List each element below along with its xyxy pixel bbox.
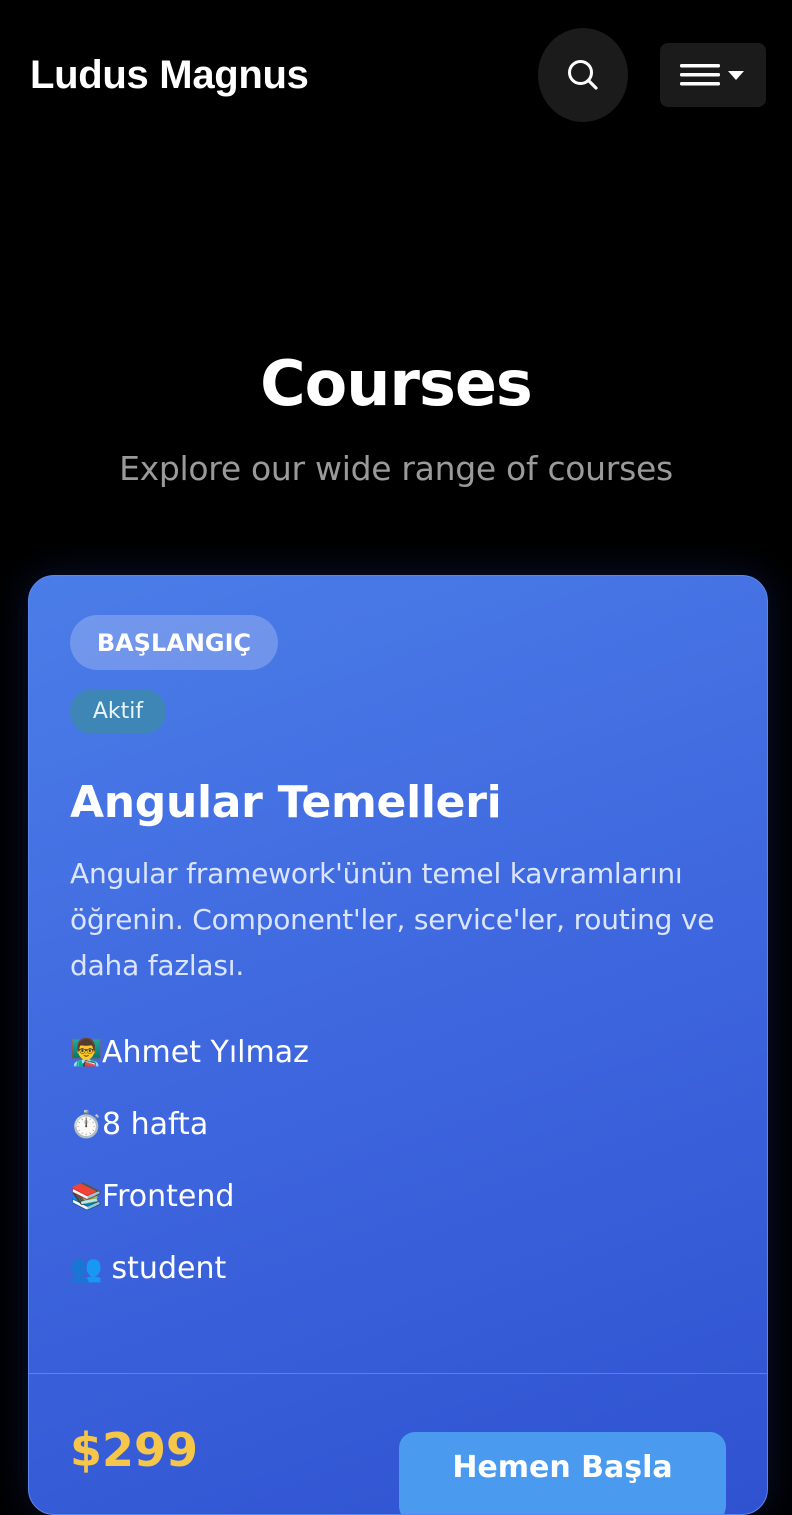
menu-toggle-button[interactable] [660, 43, 766, 107]
hamburger-menu-icon [680, 64, 744, 86]
duration-value: 8 hafta [102, 1107, 209, 1142]
course-description: Angular framework'ünün temel kavramların… [70, 857, 715, 982]
instructor-name: Ahmet Yılmaz [102, 1035, 309, 1070]
site-header: Ludus Magnus [0, 0, 792, 150]
level-badge: BAŞLANGIÇ [70, 615, 278, 670]
card-divider [29, 1373, 767, 1374]
enroll-button[interactable]: Hemen Başla [399, 1432, 726, 1514]
teacher-icon: 👨‍🏫 [70, 1038, 103, 1068]
users-icon: 👥 [70, 1254, 103, 1284]
category-value: Frontend [102, 1179, 235, 1214]
duration-row: ⏱️ 8 hafta [70, 1105, 208, 1145]
search-button[interactable] [538, 28, 628, 122]
course-price: $299 [70, 1423, 199, 1477]
stopwatch-icon: ⏱️ [70, 1110, 103, 1140]
search-icon [568, 60, 598, 90]
status-badge: Aktif [70, 689, 166, 734]
brand-logo[interactable]: Ludus Magnus [30, 50, 309, 100]
category-row: 📚 Frontend [70, 1177, 234, 1217]
students-row: 👥 student [70, 1249, 226, 1289]
page-title: Courses [260, 347, 533, 420]
books-icon: 📚 [70, 1182, 103, 1212]
instructor-row: 👨‍🏫 Ahmet Yılmaz [70, 1033, 309, 1073]
page-subtitle: Explore our wide range of courses [119, 449, 673, 488]
course-title[interactable]: Angular Temelleri [70, 776, 502, 830]
students-value: student [102, 1251, 227, 1286]
course-card[interactable]: BAŞLANGIÇ Aktif Angular Temelleri Angula… [28, 575, 768, 1515]
